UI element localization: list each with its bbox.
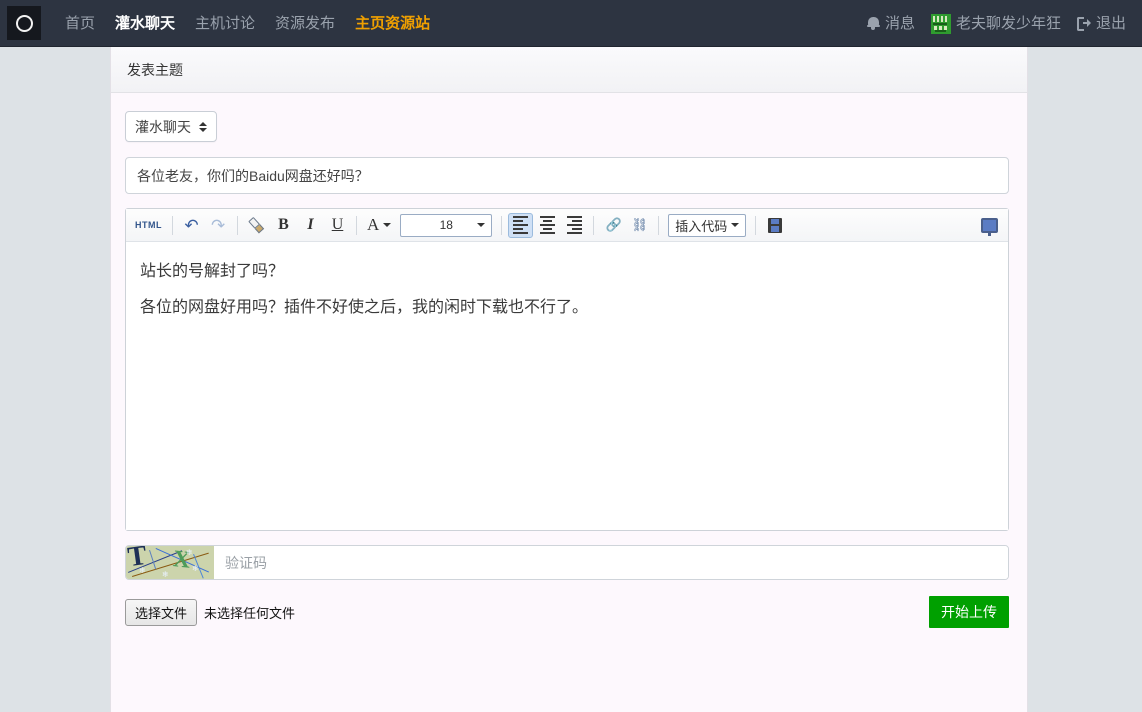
logout-link[interactable]: 退出 — [1069, 0, 1134, 47]
undo-icon: ↶ — [184, 215, 199, 235]
align-right-button[interactable] — [562, 213, 587, 238]
page-title: 发表主题 — [127, 61, 183, 78]
align-center-button[interactable] — [535, 213, 560, 238]
bell-icon — [866, 16, 880, 31]
chevron-down-icon — [383, 223, 392, 227]
title-input[interactable]: 各位老友，你们的Baidu网盘还好吗？ — [125, 157, 1009, 194]
align-right-icon — [567, 216, 583, 234]
circle-ring-logo-icon — [15, 14, 33, 32]
top-navbar: 首页 灌水聊天 主机讨论 资源发布 主页资源站 消息 老夫聊发少年狂 退出 — [0, 0, 1142, 47]
editor-paragraph: 各位的网盘好用吗？插件不好使之后，我的闲时下载也不行了。 — [140, 299, 589, 316]
fullscreen-button[interactable] — [977, 213, 1002, 238]
panel-header: 发表主题 — [111, 47, 1027, 93]
align-center-icon — [540, 216, 556, 234]
text-color-button[interactable]: A — [363, 213, 395, 238]
toolbar-separator — [593, 215, 595, 235]
redo-icon: ↶ — [211, 215, 226, 235]
captcha-image[interactable]: T X ❄ ❄ ❄ ❄ — [126, 546, 214, 579]
chevron-down-icon — [731, 223, 740, 227]
navbar-right-group: 消息 老夫聊发少年狂 退出 — [859, 0, 1134, 47]
unlink-button[interactable]: ⛓ — [627, 213, 652, 238]
toolbar-separator — [755, 215, 757, 235]
insert-media-button[interactable] — [762, 213, 787, 238]
unlink-icon: ⛓ — [631, 217, 649, 232]
font-size-value: 18 — [439, 218, 453, 232]
captcha-row: T X ❄ ❄ ❄ ❄ 验证码 — [125, 545, 1009, 580]
html-source-button[interactable]: HTML — [131, 213, 166, 238]
site-logo[interactable] — [7, 6, 41, 40]
logout-label: 退出 — [1095, 15, 1126, 32]
file-picker: 选择文件 未选择任何文件 — [125, 598, 296, 626]
username-label: 老夫聊发少年狂 — [955, 15, 1061, 32]
toolbar-separator — [501, 215, 503, 235]
nav-link-host-discussion[interactable]: 主机讨论 — [185, 0, 265, 47]
insert-code-value: 插入代码 — [675, 218, 728, 234]
text-color-label: A — [367, 215, 380, 234]
font-size-dropdown[interactable]: 18 — [400, 213, 493, 237]
user-menu-link[interactable]: 老夫聊发少年狂 — [923, 0, 1069, 47]
page-wrapper: 发表主题 灌水聊天 各位老友，你们的Baidu网盘还好吗？ HTML ↶ ↶ B… — [0, 47, 1142, 712]
chevron-down-icon — [477, 223, 486, 227]
underline-button[interactable]: U — [325, 213, 350, 238]
title-input-value: 各位老友，你们的Baidu网盘还好吗？ — [137, 167, 369, 184]
insert-code-dropdown[interactable]: 插入代码 — [668, 213, 747, 237]
insert-link-button[interactable]: 🔗 — [600, 213, 625, 238]
editor-paragraph: 站长的号解封了吗？ — [140, 263, 285, 280]
messages-label: 消息 — [884, 15, 915, 32]
messages-link[interactable]: 消息 — [859, 0, 923, 47]
exit-icon — [1076, 16, 1091, 31]
italic-button[interactable]: I — [298, 213, 323, 238]
toolbar-separator — [237, 215, 238, 235]
undo-button[interactable]: ↶ — [179, 213, 204, 238]
align-left-button[interactable] — [508, 212, 534, 238]
selected-file-label: 未选择任何文件 — [204, 605, 296, 621]
post-panel: 发表主题 灌水聊天 各位老友，你们的Baidu网盘还好吗？ HTML ↶ ↶ B… — [110, 47, 1028, 712]
choose-file-button[interactable]: 选择文件 — [125, 598, 198, 626]
nav-link-home[interactable]: 首页 — [55, 0, 105, 47]
panel-body: 灌水聊天 各位老友，你们的Baidu网盘还好吗？ HTML ↶ ↶ B I U … — [111, 93, 1027, 628]
captcha-placeholder: 验证码 — [225, 554, 267, 571]
align-left-icon — [513, 216, 529, 234]
category-select-value: 灌水聊天 — [135, 118, 191, 135]
nav-link-resource-site[interactable]: 主页资源站 — [345, 0, 440, 47]
toolbar-separator — [172, 215, 173, 235]
nav-link-resource-publish[interactable]: 资源发布 — [265, 0, 345, 47]
navbar-left-group: 首页 灌水聊天 主机讨论 资源发布 主页资源站 — [0, 0, 440, 46]
eraser-icon — [244, 213, 268, 237]
captcha-input[interactable]: 验证码 — [214, 546, 1008, 579]
toolbar-separator — [658, 215, 660, 235]
link-icon: 🔗 — [605, 217, 622, 232]
editor-content-area[interactable]: 站长的号解封了吗？ 各位的网盘好用吗？插件不好使之后，我的闲时下载也不行了。 — [126, 242, 1008, 530]
eraser-button[interactable] — [244, 213, 269, 238]
monitor-icon — [981, 218, 998, 236]
rich-text-editor: HTML ↶ ↶ B I U A 18 🔗 ⛓ 插入代码 站长的号解封了吗？ 各… — [125, 208, 1009, 531]
updown-caret-icon — [199, 121, 207, 132]
toolbar-separator — [356, 215, 357, 235]
redo-button[interactable]: ↶ — [206, 213, 231, 238]
avatar — [930, 13, 951, 34]
category-select[interactable]: 灌水聊天 — [125, 111, 217, 142]
upload-row: 选择文件 未选择任何文件 开始上传 — [125, 596, 1009, 628]
film-icon — [767, 217, 782, 233]
bold-button[interactable]: B — [271, 213, 296, 238]
start-upload-button[interactable]: 开始上传 — [929, 596, 1009, 628]
editor-toolbar: HTML ↶ ↶ B I U A 18 🔗 ⛓ 插入代码 — [126, 209, 1008, 242]
nav-link-chat[interactable]: 灌水聊天 — [105, 0, 185, 47]
